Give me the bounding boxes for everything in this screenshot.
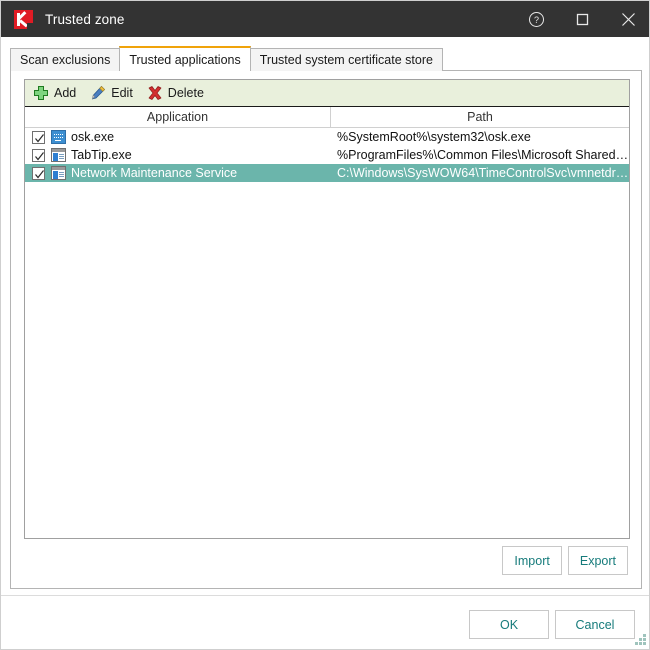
row-path-label: %SystemRoot%\system32\osk.exe (337, 130, 531, 144)
row-checkbox[interactable] (32, 130, 45, 144)
row-checkbox[interactable] (32, 148, 45, 162)
row-application-cell: Network Maintenance Service (25, 166, 331, 180)
table-header: Application Path (25, 107, 629, 128)
column-header-application[interactable]: Application (25, 107, 331, 127)
row-application-label: osk.exe (71, 130, 115, 144)
row-path-label: %ProgramFiles%\Common Files\Microsoft Sh… (337, 148, 629, 162)
row-path-label: C:\Windows\SysWOW64\TimeControlSvc\vmnet… (337, 166, 629, 180)
tab-panel: Add Edit Delete Application Path osk.exe… (10, 70, 642, 589)
svg-text:?: ? (533, 15, 538, 25)
pencil-icon (90, 85, 106, 101)
list-toolbar: Add Edit Delete (25, 80, 629, 107)
title-bar: Trusted zone ? (1, 1, 649, 37)
row-application-cell: TabTip.exe (25, 148, 331, 162)
delete-button[interactable]: Delete (147, 80, 204, 106)
application-window-icon (51, 166, 66, 180)
row-application-cell: osk.exe (25, 130, 331, 144)
import-export-actions: Import Export (502, 546, 628, 575)
add-button[interactable]: Add (33, 80, 76, 106)
checkmark-icon (35, 151, 44, 160)
help-button[interactable]: ? (513, 1, 559, 37)
row-application-label: Network Maintenance Service (71, 166, 238, 180)
close-button[interactable] (605, 1, 649, 37)
add-button-label: Add (54, 85, 77, 100)
table-row[interactable]: TabTip.exe %ProgramFiles%\Common Files\M… (25, 146, 629, 164)
row-application-label: TabTip.exe (71, 148, 132, 162)
kaspersky-logo-icon (14, 9, 33, 29)
application-window-icon (51, 148, 66, 162)
maximize-button[interactable] (559, 1, 605, 37)
keyboard-icon (51, 130, 66, 144)
ok-button[interactable]: OK (469, 610, 549, 639)
trusted-zone-dialog: Trusted zone ? Scan exclusions Trusted a… (0, 0, 650, 650)
footer-buttons: OK Cancel (469, 610, 635, 639)
tab-label: Scan exclusions (20, 53, 111, 67)
row-checkbox[interactable] (32, 166, 45, 180)
help-circle-icon: ? (528, 11, 544, 27)
tab-scan-exclusions[interactable]: Scan exclusions (10, 48, 121, 71)
red-x-icon (147, 85, 163, 101)
table-row[interactable]: osk.exe %SystemRoot%\system32\osk.exe (25, 128, 629, 146)
tab-label: Trusted applications (129, 52, 241, 67)
plus-icon (33, 85, 49, 101)
window-controls: ? (513, 1, 649, 37)
resize-grip[interactable] (634, 634, 647, 647)
delete-button-label: Delete (167, 85, 204, 100)
column-header-path[interactable]: Path (331, 107, 629, 127)
import-button[interactable]: Import (502, 546, 562, 575)
tab-label: Trusted system certificate store (259, 53, 433, 67)
close-icon (621, 12, 635, 26)
edit-button[interactable]: Edit (90, 80, 133, 106)
checkmark-icon (35, 133, 44, 142)
cancel-button[interactable]: Cancel (555, 610, 635, 639)
table-row[interactable]: Network Maintenance Service C:\Windows\S… (25, 164, 629, 182)
maximize-icon (576, 13, 588, 25)
window-title: Trusted zone (45, 11, 125, 27)
export-button[interactable]: Export (567, 546, 628, 575)
edit-button-label: Edit (111, 85, 133, 100)
tab-trusted-system-certificate-store[interactable]: Trusted system certificate store (249, 48, 443, 71)
dialog-footer: OK Cancel (1, 596, 649, 649)
checkmark-icon (35, 169, 44, 178)
trusted-applications-listbox: Add Edit Delete Application Path osk.exe… (24, 79, 630, 539)
tab-strip: Scan exclusions Trusted applications Tru… (10, 46, 443, 71)
tab-trusted-applications[interactable]: Trusted applications (119, 46, 251, 71)
